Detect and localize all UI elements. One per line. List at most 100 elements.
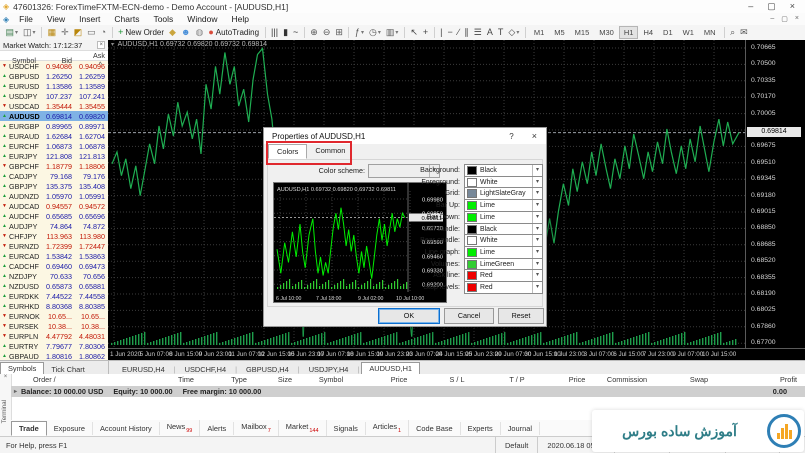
- terminal-column-8[interactable]: Price: [569, 375, 586, 384]
- terminal-column-0[interactable]: Order /: [33, 375, 56, 384]
- terminal-column-9[interactable]: Commission: [607, 375, 647, 384]
- terminal-tab-account-history[interactable]: Account History: [93, 422, 160, 435]
- minimize-button[interactable]: –: [748, 1, 753, 12]
- data-window-toggle[interactable]: ✛: [59, 26, 72, 39]
- terminal-tab-mailbox[interactable]: Mailbox7: [234, 420, 279, 435]
- terminal-tab-experts[interactable]: Experts: [461, 422, 501, 435]
- candlestick-chart-button[interactable]: ▮: [281, 26, 291, 39]
- ok-button[interactable]: OK: [378, 308, 440, 324]
- terminal-tab-journal[interactable]: Journal: [501, 422, 540, 435]
- market-watch-row[interactable]: ▼EURPLN4.477924.48031: [0, 331, 108, 341]
- dialog-close-icon[interactable]: ×: [523, 131, 546, 141]
- market-watch-row[interactable]: ▲EURHKD8.803688.80385: [0, 301, 108, 311]
- market-watch-row[interactable]: ▲EURCAD1.538421.53863: [0, 251, 108, 261]
- terminal-toggle[interactable]: ▭: [85, 26, 99, 39]
- market-watch-row[interactable]: ▼GBPCHF1.187791.18806: [0, 161, 108, 171]
- terminal-tab-code-base[interactable]: Code Base: [409, 422, 461, 435]
- terminal-column-5[interactable]: Price: [391, 375, 408, 384]
- tile-windows-button[interactable]: ⊞: [333, 26, 346, 39]
- terminal-tab-articles[interactable]: Articles1: [366, 420, 409, 435]
- periods-button[interactable]: ◷▾: [366, 26, 383, 39]
- terminal-close-icon[interactable]: ×: [0, 374, 11, 380]
- market-watch-row[interactable]: ▼AUDCAD0.945570.94572: [0, 201, 108, 211]
- terminal-column-3[interactable]: Size: [278, 375, 292, 384]
- timeframe-m15-button[interactable]: M15: [570, 26, 594, 39]
- market-watch-row[interactable]: ▲EURTRY7.796777.80306: [0, 341, 108, 351]
- market-watch-row[interactable]: ▲NZDJPY70.63370.656: [0, 271, 108, 281]
- timeframe-h4-button[interactable]: H4: [639, 26, 658, 39]
- cancel-button[interactable]: Cancel: [444, 308, 494, 324]
- text-tool[interactable]: A: [484, 26, 495, 39]
- market-watch-row[interactable]: ▲USDJPY107.237107.241: [0, 91, 108, 101]
- zoom-out-button[interactable]: ⊖: [320, 26, 333, 39]
- market-watch-row[interactable]: ▼USDCAD1.354441.35455: [0, 101, 108, 111]
- templates-button[interactable]: ▥▾: [383, 26, 401, 39]
- market-watch-row[interactable]: ▲AUDCHF0.656850.65696: [0, 211, 108, 221]
- market-watch-column-header[interactable]: Symbol Bid Ask ^: [0, 51, 108, 61]
- dialog-help-icon[interactable]: ?: [500, 132, 522, 141]
- autotrading-button[interactable]: ●AutoTrading: [206, 26, 262, 39]
- market-watch-row[interactable]: ▼EURNZD1.723991.72447: [0, 241, 108, 251]
- profiles-button[interactable]: ◫▾: [21, 26, 39, 39]
- label-tool[interactable]: T: [495, 26, 506, 39]
- indicators-button[interactable]: ƒ▾: [352, 26, 366, 39]
- mql5-website-button[interactable]: ◍: [193, 26, 206, 39]
- menu-file[interactable]: File: [12, 14, 40, 24]
- terminal-column-11[interactable]: Profit: [780, 375, 797, 384]
- terminal-tab-trade[interactable]: Trade: [11, 421, 47, 436]
- market-watch-row[interactable]: ▲EURAUD1.626841.62704: [0, 131, 108, 141]
- timeframe-m5-button[interactable]: M5: [550, 26, 569, 39]
- menu-insert[interactable]: Insert: [72, 14, 107, 24]
- maximize-button[interactable]: ▢: [767, 1, 776, 12]
- menu-tools[interactable]: Tools: [146, 14, 180, 24]
- terminal-column-4[interactable]: Symbol: [319, 375, 343, 384]
- property-dropdown-stop-levels[interactable]: Red▾: [464, 281, 543, 294]
- timeframe-d1-button[interactable]: D1: [659, 26, 678, 39]
- channel-tool[interactable]: ∥: [462, 26, 472, 39]
- terminal-column-7[interactable]: T / P: [509, 375, 524, 384]
- trendline-tool[interactable]: ∕: [455, 26, 462, 39]
- market-watch-toggle[interactable]: ▦: [45, 26, 59, 39]
- terminal-tab-news[interactable]: News99: [160, 420, 201, 435]
- timeframe-mn-button[interactable]: MN: [699, 26, 720, 39]
- menu-window[interactable]: Window: [180, 14, 224, 24]
- horizontal-line-tool[interactable]: −: [445, 26, 455, 39]
- market-watch-row[interactable]: ▲CADCHF0.694600.69473: [0, 261, 108, 271]
- timeframe-h1-button[interactable]: H1: [619, 26, 638, 39]
- mdi-minimize-button[interactable]: –: [770, 15, 774, 23]
- vertical-line-tool[interactable]: |: [438, 26, 445, 39]
- market-watch-row[interactable]: ▼EURSEK10.38...10.38...: [0, 321, 108, 331]
- close-button[interactable]: ×: [790, 1, 795, 12]
- terminal-column-1[interactable]: Time: [178, 375, 194, 384]
- menu-view[interactable]: View: [40, 14, 72, 24]
- chat-icon[interactable]: ✉: [738, 26, 751, 39]
- fibonacci-tool[interactable]: ☰: [471, 26, 484, 39]
- line-chart-button[interactable]: ~: [291, 26, 301, 39]
- bar-chart-button[interactable]: |||: [269, 26, 281, 39]
- reset-button[interactable]: Reset: [498, 308, 544, 324]
- mdi-restore-button[interactable]: ▢: [781, 15, 788, 23]
- search-icon[interactable]: ⌕: [728, 26, 738, 39]
- chart-price-axis[interactable]: 0.69814 0.706650.705000.703350.701700.70…: [745, 40, 805, 348]
- navigator-toggle[interactable]: ◩: [71, 26, 85, 39]
- menu-charts[interactable]: Charts: [107, 14, 146, 24]
- market-watch-row[interactable]: ▲AUDNZD1.059701.05991: [0, 191, 108, 201]
- market-watch-row[interactable]: ▲EURGBP0.899650.89971: [0, 121, 108, 131]
- strategy-tester-toggle[interactable]: ◔: [98, 26, 108, 39]
- market-watch-row[interactable]: ▲AUDUSD0.698140.69820: [0, 111, 108, 121]
- terminal-tab-exposure[interactable]: Exposure: [47, 422, 93, 435]
- market-watch-row[interactable]: ▼CHFJPY113.963113.980: [0, 231, 108, 241]
- market-watch-row[interactable]: ▼USDCHF0.940860.94096: [0, 61, 108, 71]
- market-watch-row[interactable]: ▲NZDUSD0.658730.65881: [0, 281, 108, 291]
- market-watch-row[interactable]: ▲EURDKK7.445227.44558: [0, 291, 108, 301]
- terminal-tab-signals[interactable]: Signals: [327, 422, 366, 435]
- market-watch-row[interactable]: ▲AUDJPY74.86474.872: [0, 221, 108, 231]
- cursor-tool[interactable]: ↖: [408, 26, 421, 39]
- timeframe-m1-button[interactable]: M1: [529, 26, 548, 39]
- market-watch-row[interactable]: ▲EURCHF1.068731.06878: [0, 141, 108, 151]
- terminal-column-2[interactable]: Type: [231, 375, 247, 384]
- market-watch-row[interactable]: ▼EURNOK10.65...10.65...: [0, 311, 108, 321]
- terminal-tab-market[interactable]: Market144: [279, 420, 327, 435]
- market-watch-close-icon[interactable]: ×: [97, 41, 105, 49]
- market-watch-row[interactable]: ▲EURJPY121.808121.813: [0, 151, 108, 161]
